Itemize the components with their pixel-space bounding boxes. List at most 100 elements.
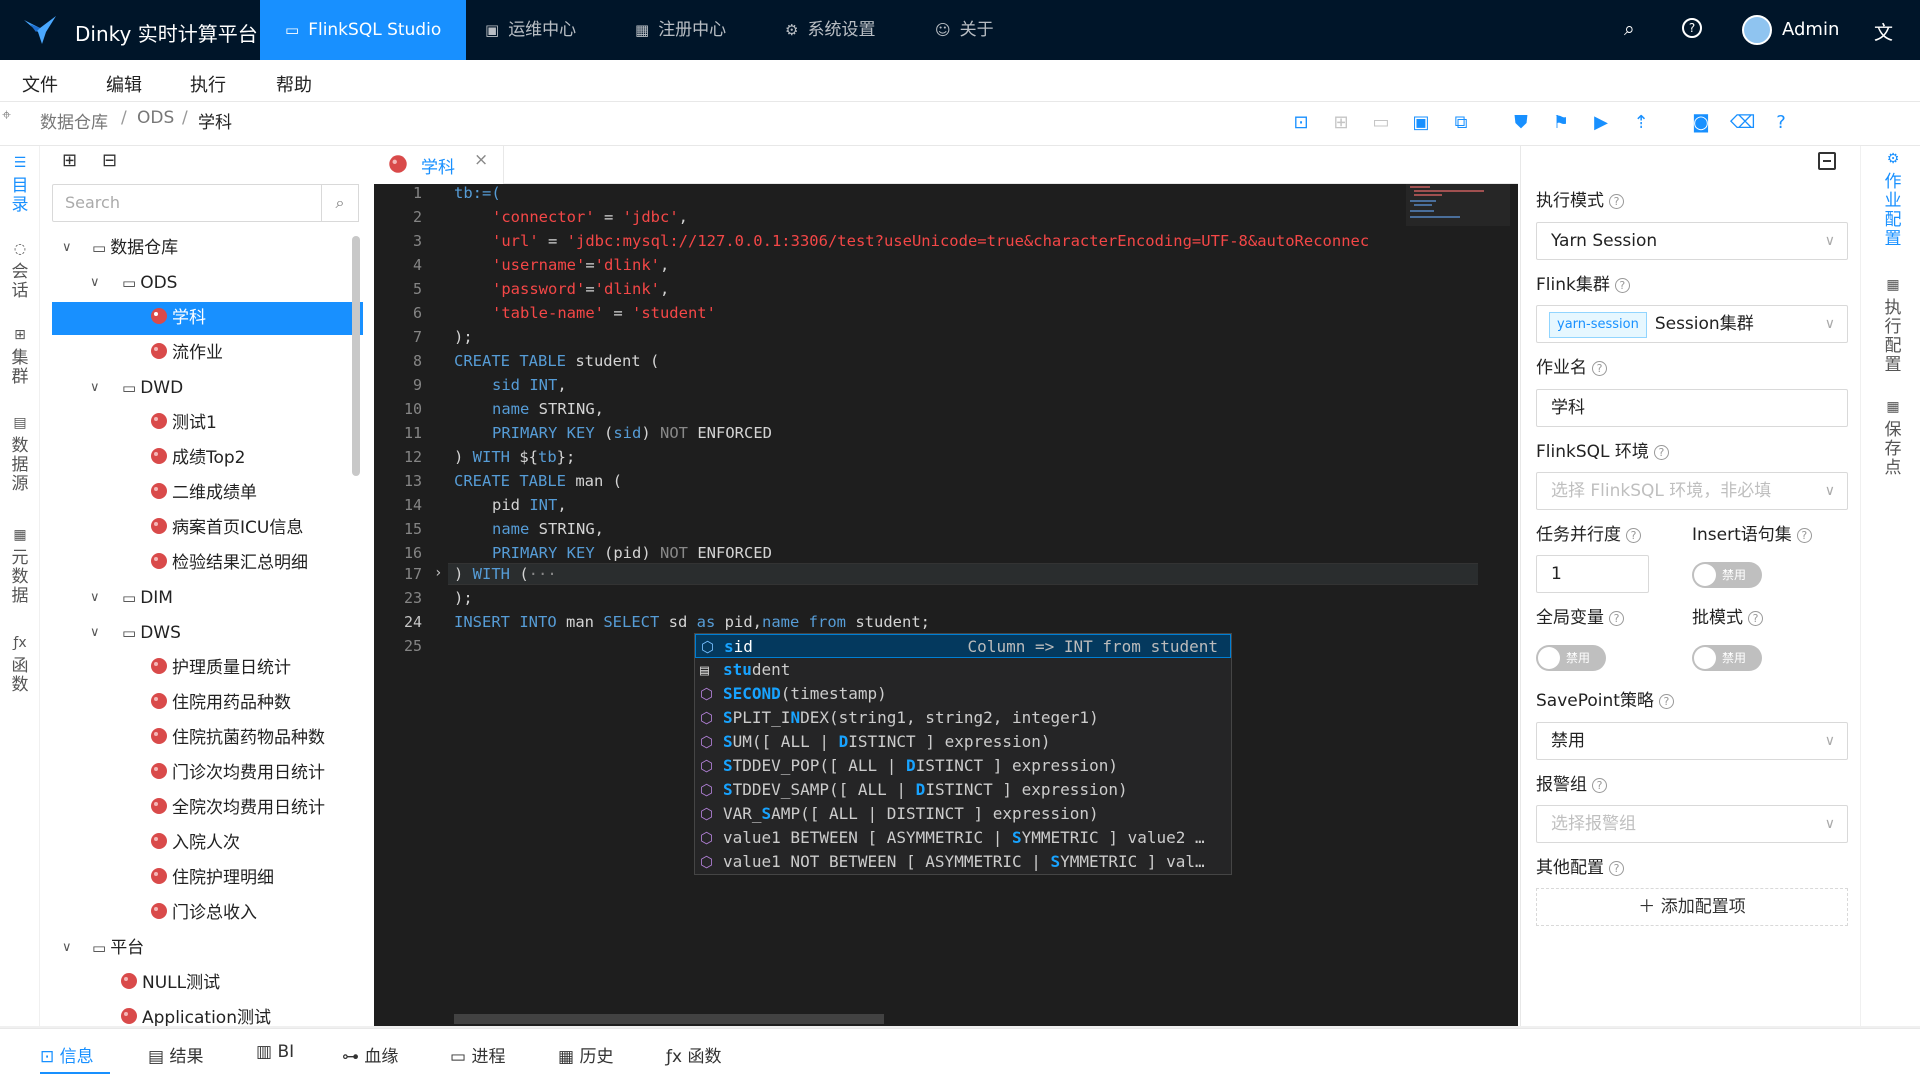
side-tab-session[interactable]: ◌ 会话 [8,240,32,301]
side-tab-job-config[interactable]: ⚙ 作业配置 [1881,150,1905,249]
help-icon[interactable]: ? [1609,861,1624,876]
tree-item[interactable]: NULL测试 [118,967,220,1000]
add-config-button[interactable]: ＋ 添加配置项 [1536,888,1848,926]
editor-minimap[interactable] [1406,184,1510,226]
parallelism-input[interactable]: 1 [1536,555,1649,593]
tree-item[interactable]: Application测试 [118,1002,271,1026]
menu-edit[interactable]: 编辑 [106,71,142,97]
side-tab-catalog[interactable]: ☰ 目录 [8,154,32,215]
camera-icon[interactable]: ◙ [1690,112,1712,134]
nav-about[interactable]: ☺ 关于 [935,0,994,60]
batch-mode-toggle[interactable]: 禁用 [1692,645,1762,671]
translate-icon[interactable]: 文 [1874,18,1893,45]
delete-icon[interactable]: ⌫ [1730,112,1755,134]
suggestion-item[interactable]: ▤ student [695,658,1231,682]
help-icon[interactable]: ? [1653,445,1669,460]
check-shield-icon[interactable]: ⛊ [1510,112,1532,134]
side-tab-datasource[interactable]: ▤ 数据源 [8,414,32,494]
help-icon[interactable]: ? [1592,361,1607,376]
nav-system-settings[interactable]: ⚙ 系统设置 [785,0,875,60]
tree-item[interactable]: 入院人次 [148,827,240,860]
insert-set-toggle[interactable]: 禁用 [1692,562,1762,588]
avatar[interactable] [1742,15,1772,45]
menu-run[interactable]: 执行 [190,71,226,97]
tab-functions[interactable]: ƒx 函数 [666,1042,721,1067]
suggestion-item[interactable]: ⬡ STDDEV_SAMP([ ALL | DISTINCT ] expressi… [695,778,1231,802]
flag-icon[interactable]: ⚑ [1550,112,1572,134]
suggestion-item[interactable]: ⬡ SECOND(timestamp) [695,682,1231,706]
tree-folder[interactable]: ▭ DIM [122,582,173,615]
chevron-down-icon[interactable]: ∨ [90,275,100,290]
side-tab-savepoints[interactable]: ▦ 保存点 [1881,398,1905,478]
chevron-down-icon[interactable]: ∨ [62,240,72,255]
nav-registration-center[interactable]: ▦ 注册中心 [635,0,726,60]
alert-group-select[interactable]: 选择报警组 ∨ [1536,805,1848,843]
collapse-all-icon[interactable]: ⊟ [102,150,117,171]
side-tab-exec-config[interactable]: ▦ 执行配置 [1881,276,1905,375]
new-folder-icon[interactable]: ⊞ [62,150,77,171]
rocket-icon[interactable]: ⇡ [1630,112,1652,134]
tree-item[interactable]: 门诊总收入 [148,897,257,930]
tree-folder[interactable]: ▭ DWD [122,372,183,405]
tree-item-selected[interactable]: 学科 [52,302,363,335]
side-tab-cluster[interactable]: ⊞ 集群 [8,326,32,387]
suggestion-item[interactable]: ⬡ STDDEV_POP([ ALL | DISTINCT ] expressio… [695,754,1231,778]
help-icon[interactable]: ? [1609,194,1624,209]
tree-item[interactable]: 门诊次均费用日统计 [148,757,325,790]
nav-devops-center[interactable]: ▣ 运维中心 [485,0,576,60]
copy-icon[interactable]: ⧉ [1450,112,1472,134]
tree-item[interactable]: 住院护理明细 [148,862,274,895]
help-icon[interactable]: ? [1682,18,1702,38]
user-name[interactable]: Admin [1782,19,1839,40]
nav-flinksql-studio[interactable]: ▭ FlinkSQL Studio [260,0,467,60]
chevron-right-icon[interactable]: › [434,565,442,581]
help-icon[interactable]: ? [1592,778,1607,793]
search-icon[interactable]: ⌕ [1624,18,1635,40]
help-icon[interactable]: ? [1796,528,1812,543]
console-icon[interactable]: ⊡ [1290,112,1312,134]
tab-info[interactable]: ⊡ 信息 [40,1042,94,1067]
help-icon[interactable]: ? [1614,278,1630,293]
tree-item[interactable]: 流作业 [148,337,223,370]
search-icon[interactable]: ⌕ [321,184,359,222]
tree-item[interactable]: 病案首页ICU信息 [148,512,303,545]
tab-result[interactable]: ▤ 结果 [148,1042,203,1067]
open-folder-icon[interactable]: ▭ [1370,112,1392,134]
tree-folder[interactable]: ▭ ODS [122,267,177,300]
tree-item[interactable]: 全院次均费用日统计 [148,792,325,825]
side-tab-functions[interactable]: ƒx 函数 [8,634,32,695]
save-icon[interactable]: ▣ [1410,112,1432,134]
tab-process[interactable]: ▭ 进程 [450,1042,505,1067]
tree-folder[interactable]: ▭ 平台 [92,932,144,965]
tree-item[interactable]: 护理质量日统计 [148,652,291,685]
help-icon[interactable]: ? [1609,611,1624,626]
suggestion-item[interactable]: ⬡ SUM([ ALL | DISTINCT ] expression) [695,730,1231,754]
chevron-down-icon[interactable]: ∨ [90,625,100,640]
env-select[interactable]: 选择 FlinkSQL 环境，非必填 ∨ [1536,472,1848,510]
tree-scrollbar[interactable] [352,236,360,476]
new-file-icon[interactable]: ⊞ [1330,112,1352,134]
job-name-input[interactable]: 学科 [1536,389,1848,427]
horizontal-scrollbar[interactable] [454,1014,884,1024]
menu-help[interactable]: 帮助 [276,71,312,97]
tree-search-input[interactable]: Search [52,184,322,222]
play-icon[interactable]: ▶ [1590,112,1612,134]
close-icon[interactable]: × [474,150,488,170]
tree-item[interactable]: 住院抗菌药物品种数 [148,722,325,755]
savepoint-select[interactable]: 禁用 ∨ [1536,722,1848,760]
tree-item[interactable]: 二维成绩单 [148,477,257,510]
suggestion-item[interactable]: ⬡ value1 BETWEEN [ ASYMMETRIC | SYMMETRIC… [695,826,1231,850]
chevron-down-icon[interactable]: ∨ [62,940,72,955]
help-icon[interactable]: ? [1748,611,1763,626]
tree-item[interactable]: 住院用药品种数 [148,687,291,720]
suggestion-item[interactable]: ⬡ value1 NOT BETWEEN [ ASYMMETRIC | SYMME… [695,850,1231,874]
cluster-select[interactable]: yarn-session Session集群 ∨ [1536,305,1848,343]
collapse-panel-icon[interactable] [1818,152,1836,170]
exec-mode-select[interactable]: Yarn Session ∨ [1536,222,1848,260]
tab-history[interactable]: ▦ 历史 [558,1042,613,1067]
tree-item[interactable]: 检验结果汇总明细 [148,547,308,580]
global-var-toggle[interactable]: 禁用 [1536,645,1606,671]
tab-bi[interactable]: ▥ BI [256,1042,294,1062]
menu-file[interactable]: 文件 [22,71,58,97]
suggestion-item[interactable]: ⬡ VAR_SAMP([ ALL | DISTINCT ] expression) [695,802,1231,826]
